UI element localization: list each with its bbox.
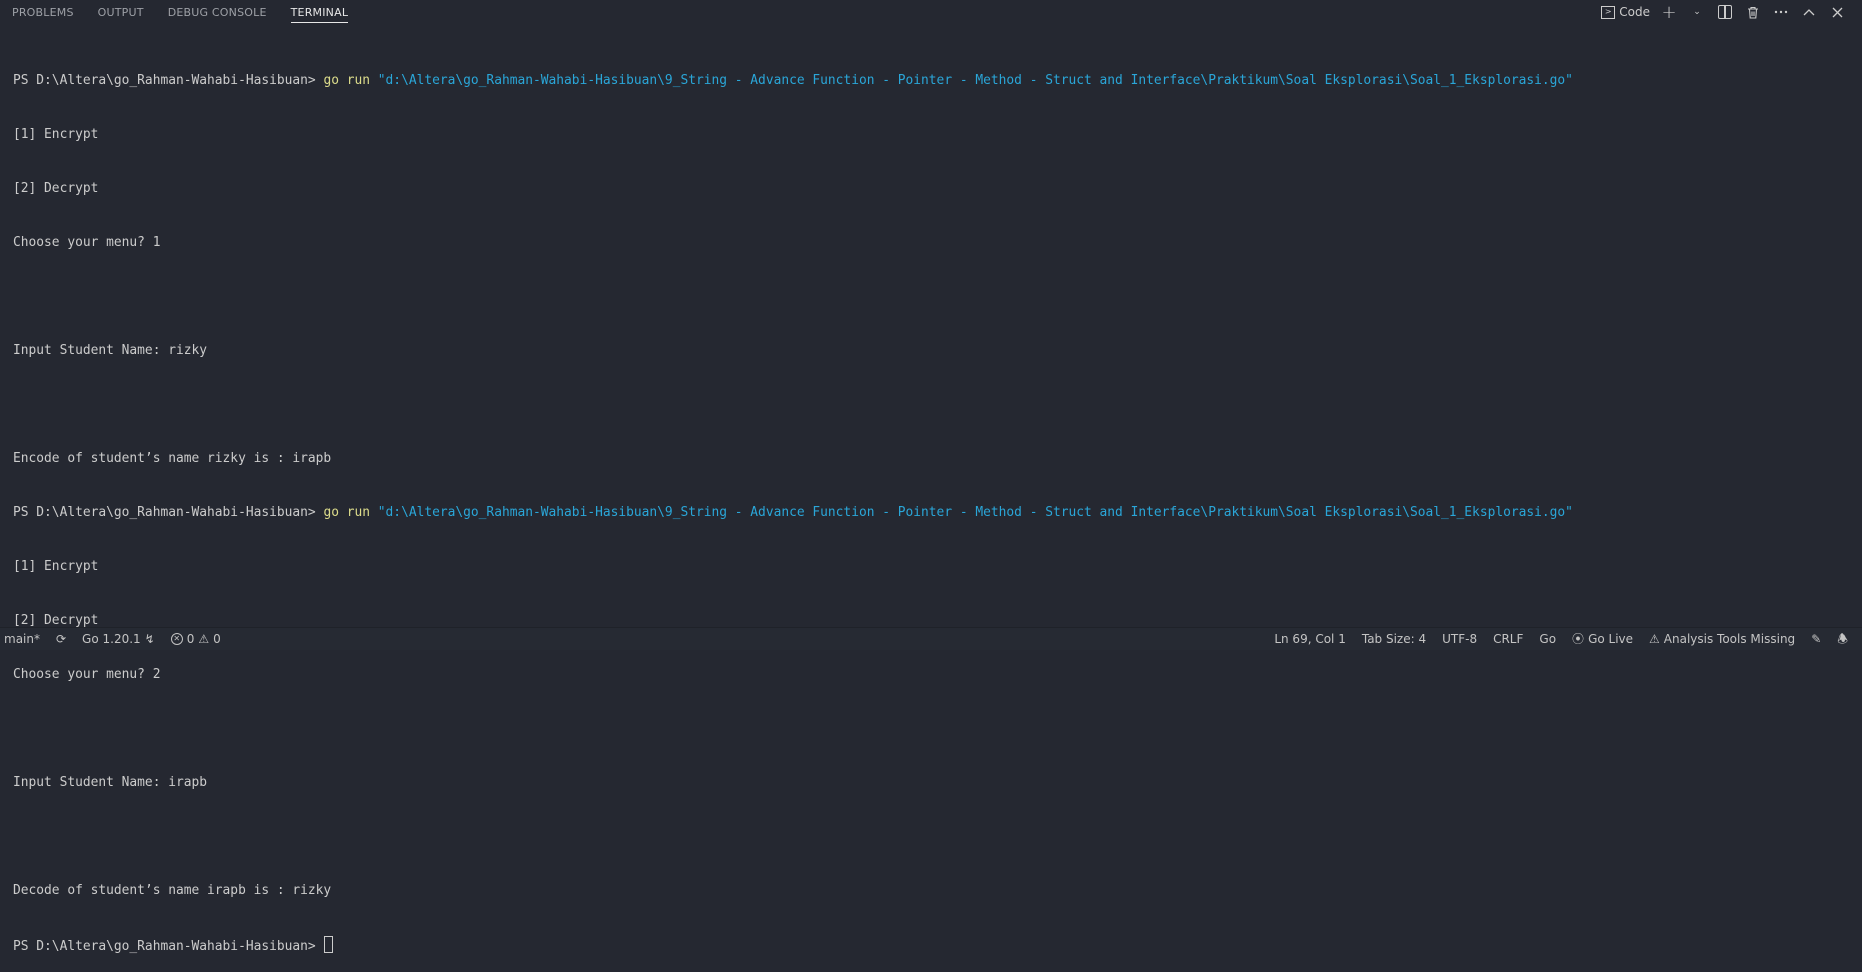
branch-label: main* — [4, 632, 40, 646]
warning-icon: ⚠ — [1649, 632, 1660, 646]
output-line: [1] Encrypt — [13, 127, 99, 142]
terminal-select-dropdown[interactable]: > Code — [1599, 1, 1652, 23]
go-live-label: Go Live — [1588, 632, 1634, 646]
output-line: Decode of student’s name irapb is : rizk… — [13, 883, 332, 898]
prompt: PS D:\Altera\go_Rahman-Wahabi-Hasibuan> — [13, 505, 324, 520]
trash-icon[interactable] — [1742, 1, 1764, 23]
go-live-button[interactable]: ⦿ Go Live — [1564, 628, 1641, 650]
warning-count: 0 — [213, 632, 221, 646]
close-icon[interactable] — [1826, 1, 1848, 23]
feedback-button[interactable]: ✎ — [1803, 628, 1829, 650]
command-path: "d:\Altera\go_Rahman-Wahabi-Hasibuan\9_S… — [377, 73, 1573, 88]
tab-debug-console[interactable]: DEBUG CONSOLE — [156, 0, 279, 24]
tab-problems[interactable]: PROBLEMS — [0, 0, 86, 24]
tab-size[interactable]: Tab Size: 4 — [1354, 628, 1434, 650]
lightning-icon: ↯ — [144, 632, 155, 646]
panel-actions: > Code + ⌄ — [1599, 0, 1848, 24]
prompt: PS D:\Altera\go_Rahman-Wahabi-Hasibuan> — [13, 73, 324, 88]
end-of-line[interactable]: CRLF — [1485, 628, 1531, 650]
more-icon[interactable] — [1770, 1, 1792, 23]
split-terminal-button[interactable] — [1714, 1, 1736, 23]
analysis-label: Analysis Tools Missing — [1663, 632, 1796, 646]
command-keyword: go run — [323, 505, 371, 520]
terminal-cursor — [324, 936, 334, 953]
broadcast-icon: ⦿ — [1572, 632, 1585, 646]
bell-icon: 🕭 — [1837, 632, 1848, 646]
error-icon: ✕ — [170, 633, 183, 645]
output-line: Choose your menu? 1 — [13, 235, 161, 250]
output-line: Encode of student’s name rizky is : irap… — [13, 451, 332, 466]
terminal-final-prompt: PS D:\Altera\go_Rahman-Wahabi-Hasibuan> — [13, 936, 1853, 954]
plus-icon[interactable]: + — [1658, 1, 1680, 23]
language-mode[interactable]: Go — [1531, 628, 1564, 650]
analysis-tools-button[interactable]: ⚠ Analysis Tools Missing — [1641, 628, 1803, 650]
problems-indicator[interactable]: ✕ 0 ⚠ 0 — [163, 628, 229, 650]
command-keyword: go run — [323, 73, 371, 88]
panel-tab-bar: PROBLEMS OUTPUT DEBUG CONSOLE TERMINAL — [0, 0, 1862, 24]
cursor-position[interactable]: Ln 69, Col 1 — [1266, 628, 1354, 650]
terminal-icon: > — [1601, 5, 1616, 19]
encoding[interactable]: UTF-8 — [1434, 628, 1485, 650]
output-line: [1] Encrypt — [13, 559, 99, 574]
notifications-button[interactable]: 🕭 — [1829, 628, 1862, 650]
error-count: 0 — [186, 632, 195, 646]
output-line: Input Student Name: rizky — [13, 343, 208, 358]
tab-terminal-label: TERMINAL — [290, 6, 349, 23]
chevron-down-icon[interactable]: ⌄ — [1686, 1, 1708, 23]
feedback-icon: ✎ — [1811, 632, 1822, 646]
sync-button[interactable]: ⟳ — [48, 628, 74, 650]
go-version-label: Go 1.20.1 — [82, 632, 141, 646]
sync-icon: ⟳ — [55, 632, 67, 646]
warning-icon: ⚠ — [198, 632, 210, 646]
command-path: "d:\Altera\go_Rahman-Wahabi-Hasibuan\9_S… — [377, 505, 1573, 520]
tab-output[interactable]: OUTPUT — [86, 0, 156, 24]
output-line: [2] Decrypt — [13, 181, 99, 196]
tab-terminal[interactable]: TERMINAL — [279, 0, 361, 24]
output-line: Choose your menu? 2 — [13, 667, 161, 682]
output-line: Input Student Name: irapb — [13, 775, 208, 790]
status-bar: main* ⟳ Go 1.20.1 ↯ ✕ 0 ⚠ 0 Ln 69, Col 1 … — [0, 627, 1862, 650]
terminal-command-line: PS D:\Altera\go_Rahman-Wahabi-Hasibuan> … — [13, 72, 1853, 90]
split-icon — [1718, 5, 1732, 19]
chevron-up-icon[interactable] — [1798, 1, 1820, 23]
terminal-output[interactable]: PS D:\Altera\go_Rahman-Wahabi-Hasibuan> … — [13, 36, 1853, 972]
terminal-select-label: Code — [1619, 5, 1650, 19]
git-branch[interactable]: main* — [0, 628, 48, 650]
prompt: PS D:\Altera\go_Rahman-Wahabi-Hasibuan> — [13, 939, 324, 954]
go-version[interactable]: Go 1.20.1 ↯ — [74, 628, 163, 650]
terminal-command-line: PS D:\Altera\go_Rahman-Wahabi-Hasibuan> … — [13, 504, 1853, 522]
